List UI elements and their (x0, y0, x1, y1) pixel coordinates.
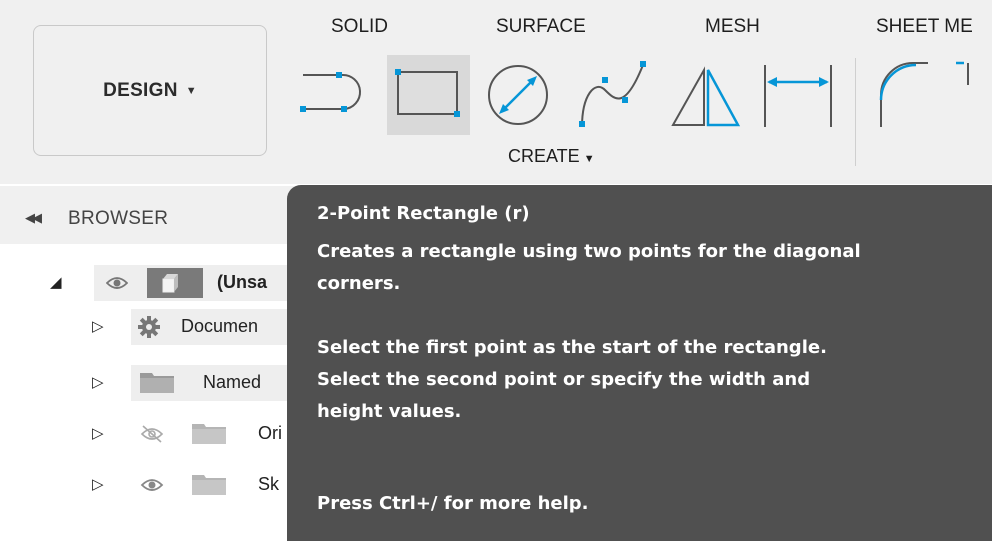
caret-down-icon: ▼ (185, 84, 197, 97)
tree-row-root[interactable]: ◢ (Unsa (0, 265, 330, 301)
spline-icon (579, 61, 646, 128)
mirror-tool[interactable] (668, 55, 748, 135)
eye-hidden-icon[interactable] (140, 424, 164, 444)
spline-tool[interactable] (575, 55, 655, 135)
eye-icon[interactable] (140, 475, 164, 495)
circle-tool[interactable] (480, 55, 560, 135)
tooltip-instruction-line: Select the second point or specify the w… (317, 369, 811, 390)
workspace-selector-button[interactable]: DESIGN ▼ (33, 25, 267, 156)
tree-label-sketches: Sk (258, 474, 280, 494)
tooltip-instruction-line: Select the first point as the start of t… (317, 337, 827, 358)
expanded-triangle-icon[interactable]: ◢ (50, 273, 62, 291)
toolbar: DESIGN ▼ SOLID SURFACE MESH SHEET ME CRE… (0, 0, 992, 184)
tooltip-description-line: Creates a rectangle using two points for… (317, 241, 861, 262)
collapsed-triangle-icon[interactable]: ▷ (92, 373, 104, 391)
tab-sheet-metal[interactable]: SHEET ME (876, 16, 973, 38)
tab-surface[interactable]: SURFACE (496, 16, 586, 38)
browser-title: BROWSER (68, 208, 169, 229)
toolbar-divider (855, 58, 856, 166)
tree-label-root: (Unsa (217, 272, 268, 292)
caret-down-icon: ▼ (583, 153, 595, 165)
tree-row-sketches[interactable]: ▷ Sk (0, 467, 330, 503)
tooltip-title: 2-Point Rectangle (r) (317, 203, 530, 224)
folder-icon (192, 424, 226, 444)
dimension-tool[interactable] (757, 55, 837, 135)
tree-label-document-settings: Documen (181, 316, 259, 336)
fillet-tool[interactable] (868, 55, 969, 135)
tree-row-document-settings[interactable]: ▷ Documen (0, 309, 330, 345)
dimension-icon (764, 65, 832, 127)
tree-row-origin[interactable]: ▷ Ori (0, 416, 330, 452)
create-dropdown[interactable]: CREATE ▼ (508, 146, 595, 167)
tree-label-origin: Ori (258, 423, 282, 443)
tab-solid[interactable]: SOLID (331, 16, 388, 38)
tab-mesh[interactable]: MESH (705, 16, 760, 38)
2-point-rectangle-tool[interactable] (387, 55, 470, 135)
folder-icon (192, 475, 226, 495)
tooltip-help-hint: Press Ctrl+/ for more help. (317, 493, 589, 514)
eye-icon[interactable] (106, 273, 128, 293)
collapsed-triangle-icon[interactable]: ▷ (92, 424, 104, 442)
tooltip-instruction-line: height values. (317, 401, 462, 422)
component-icon (162, 274, 178, 293)
tooltip-description-line: corners. (317, 273, 401, 294)
gear-icon (138, 316, 160, 338)
create-label: CREATE (508, 146, 580, 166)
workspace-label: DESIGN (103, 79, 178, 101)
center-diameter-circle-icon (488, 65, 548, 125)
mirror-icon (671, 66, 741, 127)
folder-icon (140, 373, 174, 393)
tree-label-named-views: Named (203, 372, 262, 392)
fillet-icon (879, 61, 969, 127)
collapsed-triangle-icon[interactable]: ▷ (92, 317, 104, 335)
center-slot-tool[interactable] (298, 55, 378, 135)
collapse-panel-icon[interactable]: ◀◀ (25, 210, 42, 226)
center-slot-icon (300, 72, 361, 112)
tree-row-named-views[interactable]: ▷ Named (0, 365, 330, 401)
collapsed-triangle-icon[interactable]: ▷ (92, 475, 104, 493)
2-point-rectangle-icon (395, 69, 460, 117)
tool-tooltip: 2-Point Rectangle (r) Creates a rectangl… (287, 185, 992, 541)
